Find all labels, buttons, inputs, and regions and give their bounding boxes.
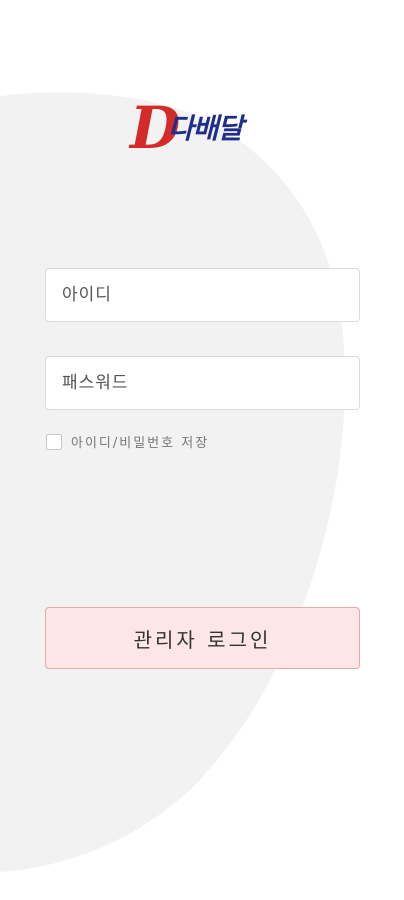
id-field[interactable] [45, 268, 360, 322]
password-field[interactable] [45, 356, 360, 410]
logo-text: 다배달 [168, 112, 243, 145]
dabaedal-logo: D 다배달 [128, 96, 278, 164]
admin-login-button[interactable]: 관리자 로그인 [45, 607, 360, 669]
remember-label: 아이디/비밀번호 저장 [71, 436, 210, 451]
remember-checkbox[interactable] [46, 433, 62, 450]
admin-login-label: 관리자 로그인 [133, 627, 272, 652]
password-input[interactable] [46, 357, 359, 409]
id-input[interactable] [46, 269, 359, 321]
remember-credentials[interactable]: 아이디/비밀번호 저장 [46, 432, 209, 451]
